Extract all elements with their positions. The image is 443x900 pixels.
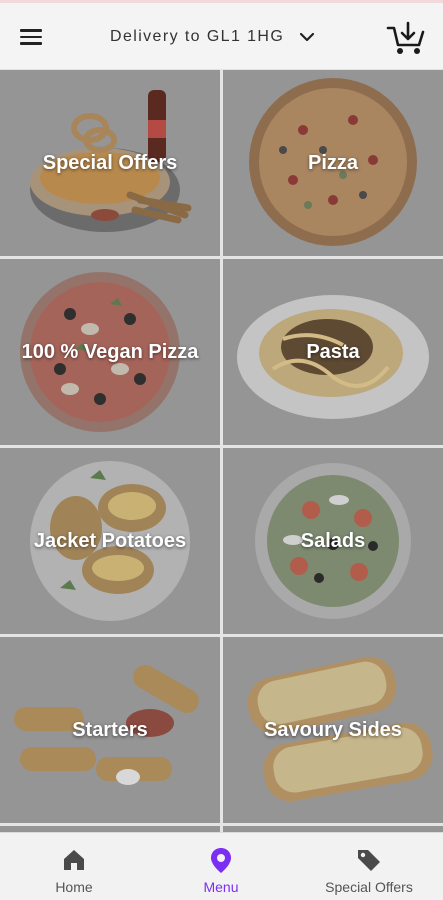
hamburger-icon bbox=[20, 29, 42, 32]
delivery-label: Delivery to GL1 1HG bbox=[110, 28, 285, 45]
bottom-navigation: Home Menu Special Offers bbox=[0, 832, 443, 900]
delivery-location-selector[interactable]: Delivery to GL1 1HG bbox=[110, 24, 316, 50]
nav-special-offers-label: Special Offers bbox=[325, 879, 413, 895]
nav-home-label: Home bbox=[55, 879, 93, 895]
hamburger-menu-button[interactable] bbox=[20, 25, 50, 51]
nav-menu-label: Menu bbox=[203, 879, 239, 895]
category-label: Special Offers bbox=[42, 151, 178, 174]
category-tile-pasta[interactable]: Pasta bbox=[223, 259, 443, 445]
nav-special-offers[interactable]: Special Offers bbox=[309, 833, 429, 900]
category-tile-savoury-sides[interactable]: Savoury Sides bbox=[223, 637, 443, 823]
category-label: 100 % Vegan Pizza bbox=[21, 340, 199, 363]
category-label: Salads bbox=[300, 529, 366, 552]
category-tile-starters[interactable]: Starters bbox=[0, 637, 220, 823]
app-header: Delivery to GL1 1HG bbox=[0, 3, 443, 70]
hamburger-icon-bar bbox=[20, 42, 42, 45]
category-tile-special-offers[interactable]: Special Offers bbox=[0, 70, 220, 256]
category-label: Starters bbox=[72, 718, 148, 741]
category-tile-salads[interactable]: Salads bbox=[223, 448, 443, 634]
category-label: Savoury Sides bbox=[264, 718, 402, 741]
home-icon bbox=[64, 850, 84, 870]
nav-menu[interactable]: Menu bbox=[181, 833, 261, 900]
category-tile-vegan-pizza[interactable]: 100 % Vegan Pizza bbox=[0, 259, 220, 445]
hamburger-icon-bar bbox=[20, 35, 42, 38]
chevron-down-icon bbox=[300, 32, 315, 42]
map-pin-icon bbox=[211, 848, 231, 873]
category-label: Pizza bbox=[307, 151, 359, 174]
category-grid: Special Offers Pizza 100 % Vegan Pizza P… bbox=[0, 70, 443, 832]
cart-icon[interactable] bbox=[386, 21, 426, 57]
tag-icon bbox=[358, 850, 380, 871]
category-label: Pasta bbox=[306, 340, 360, 363]
category-label: Jacket Potatoes bbox=[33, 529, 187, 552]
category-tile-jacket-potatoes[interactable]: Jacket Potatoes bbox=[0, 448, 220, 634]
category-tile-pizza[interactable]: Pizza bbox=[223, 70, 443, 256]
nav-home[interactable]: Home bbox=[34, 833, 114, 900]
